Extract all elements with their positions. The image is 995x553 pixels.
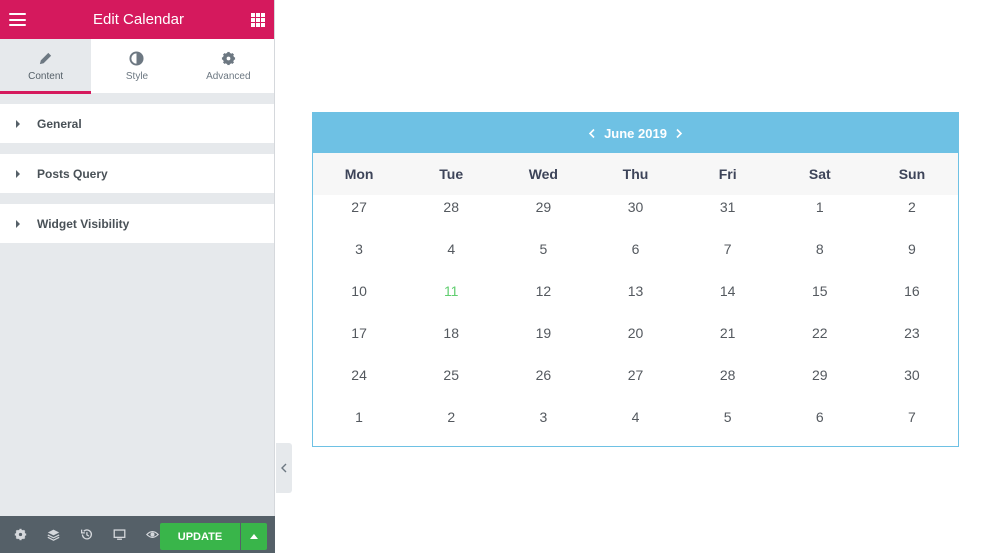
weekday-label: Sat	[808, 166, 831, 182]
day-cell[interactable]: 31	[682, 197, 774, 239]
tab-advanced-label: Advanced	[206, 70, 251, 82]
chevron-left-icon	[588, 128, 595, 138]
day-cell[interactable]: 4	[589, 407, 681, 449]
section-general[interactable]: General	[0, 104, 274, 143]
week-row: 1 2 3 4 5 6 7	[313, 407, 958, 449]
half-circle-icon	[129, 50, 145, 66]
weekday-label: Mon	[344, 166, 374, 182]
panel-header: Edit Calendar	[0, 0, 274, 39]
day-cell[interactable]: 12	[497, 281, 589, 323]
collapse-panel-button[interactable]	[276, 443, 292, 493]
week-row: 24 25 26 27 28 29 30	[313, 365, 958, 407]
day-cell[interactable]: 14	[682, 281, 774, 323]
caret-right-icon	[16, 219, 20, 228]
section-list: General Posts Query Widget Visibility	[0, 94, 274, 243]
week-row: 27 28 29 30 31 1 2	[313, 197, 958, 239]
day-cell[interactable]: 6	[774, 407, 866, 449]
week-row: 10 11 12 13 14 15 16	[313, 281, 958, 323]
weekday-label: Sun	[898, 166, 926, 182]
day-cell[interactable]: 6	[589, 239, 681, 281]
save-options-button[interactable]	[241, 523, 267, 550]
day-cell[interactable]: 7	[682, 239, 774, 281]
day-cell-highlighted[interactable]: 11	[405, 281, 497, 323]
weekday-label: Wed	[528, 166, 558, 182]
calendar-month-title: June 2019	[604, 125, 667, 141]
chevron-right-icon	[676, 128, 683, 138]
day-cell[interactable]: 19	[497, 323, 589, 365]
day-cell[interactable]: 10	[313, 281, 405, 323]
section-general-label: General	[37, 116, 82, 131]
day-cell[interactable]: 29	[497, 197, 589, 239]
day-cell[interactable]: 13	[589, 281, 681, 323]
weekday-label: Thu	[622, 166, 649, 182]
caret-right-icon	[16, 119, 20, 128]
day-cell[interactable]: 24	[313, 365, 405, 407]
day-cell[interactable]: 3	[313, 239, 405, 281]
day-cell[interactable]: 2	[405, 407, 497, 449]
day-cell[interactable]: 1	[774, 197, 866, 239]
day-cell[interactable]: 29	[774, 365, 866, 407]
section-widget-visibility[interactable]: Widget Visibility	[0, 204, 274, 243]
day-cell[interactable]: 5	[682, 407, 774, 449]
section-posts-query[interactable]: Posts Query	[0, 154, 274, 193]
day-cell[interactable]: 30	[589, 197, 681, 239]
day-cell[interactable]: 26	[497, 365, 589, 407]
section-widget-visibility-label: Widget Visibility	[37, 216, 130, 231]
day-cell[interactable]: 15	[774, 281, 866, 323]
day-cell[interactable]: 21	[682, 323, 774, 365]
day-cell[interactable]: 9	[866, 239, 958, 281]
editor-panel: Edit Calendar Content Style Advanced Gen…	[0, 0, 275, 553]
update-button[interactable]: UPDATE	[160, 523, 240, 550]
day-cell[interactable]: 7	[866, 407, 958, 449]
day-cell[interactable]: 27	[589, 365, 681, 407]
day-cell[interactable]: 1	[313, 407, 405, 449]
calendar-grid: 27 28 29 30 31 1 2 3 4 5 6 7 8 9 10 11 1…	[313, 195, 958, 449]
section-posts-query-label: Posts Query	[37, 166, 108, 181]
day-cell[interactable]: 16	[866, 281, 958, 323]
weekday-header-row: Mon Tue Wed Thu Fri Sat Sun	[313, 153, 958, 195]
caret-right-icon	[16, 169, 20, 178]
chevron-left-icon	[281, 463, 287, 473]
day-cell[interactable]: 27	[313, 197, 405, 239]
panel-footer: UPDATE	[0, 516, 275, 553]
day-cell[interactable]: 28	[405, 197, 497, 239]
calendar-widget: June 2019 Mon Tue Wed Thu Fri Sat Sun 27…	[312, 112, 959, 447]
caret-up-icon	[250, 534, 258, 539]
tab-advanced[interactable]: Advanced	[183, 39, 274, 93]
day-cell[interactable]: 20	[589, 323, 681, 365]
settings-icon[interactable]	[4, 516, 37, 553]
day-cell[interactable]: 8	[774, 239, 866, 281]
week-row: 17 18 19 20 21 22 23	[313, 323, 958, 365]
tab-content[interactable]: Content	[0, 39, 92, 94]
day-cell[interactable]: 3	[497, 407, 589, 449]
tab-style[interactable]: Style	[91, 39, 182, 93]
panel-title: Edit Calendar	[93, 11, 184, 28]
tab-style-label: Style	[125, 70, 149, 82]
day-cell[interactable]: 28	[682, 365, 774, 407]
day-cell[interactable]: 22	[774, 323, 866, 365]
tab-content-label: Content	[28, 70, 64, 82]
day-cell[interactable]: 30	[866, 365, 958, 407]
pencil-icon	[40, 52, 52, 64]
day-cell[interactable]: 17	[313, 323, 405, 365]
history-icon[interactable]	[70, 516, 103, 553]
week-row: 3 4 5 6 7 8 9	[313, 239, 958, 281]
calendar-header: June 2019	[313, 113, 958, 153]
day-cell[interactable]: 18	[405, 323, 497, 365]
widgets-grid-icon[interactable]	[250, 12, 265, 27]
day-cell[interactable]: 25	[405, 365, 497, 407]
next-month-button[interactable]	[675, 128, 683, 139]
day-cell[interactable]: 4	[405, 239, 497, 281]
weekday-label: Tue	[439, 166, 464, 182]
day-cell[interactable]: 23	[866, 323, 958, 365]
navigator-layers-icon[interactable]	[37, 516, 70, 553]
responsive-desktop-icon[interactable]	[103, 516, 136, 553]
gear-icon	[221, 51, 235, 65]
panel-tabs: Content Style Advanced	[0, 39, 274, 94]
day-cell[interactable]: 5	[497, 239, 589, 281]
day-cell[interactable]: 2	[866, 197, 958, 239]
menu-icon[interactable]	[9, 13, 26, 26]
weekday-label: Fri	[718, 166, 737, 182]
previous-month-button[interactable]	[588, 128, 596, 139]
